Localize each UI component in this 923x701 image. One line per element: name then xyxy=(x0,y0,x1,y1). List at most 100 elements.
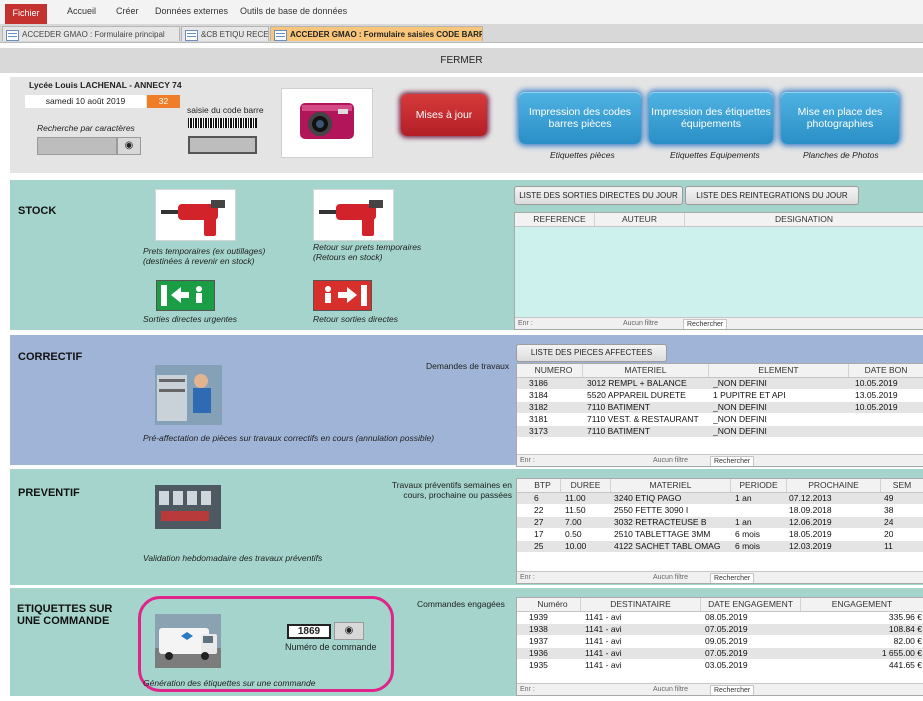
cell: 07.05.2019 xyxy=(705,648,748,658)
doc-tab-formulaire-principal[interactable]: ACCEDER GMAO : Formulaire principal xyxy=(2,26,180,41)
col-periode[interactable]: PERIODE xyxy=(731,479,787,492)
table-row[interactable]: 27 7.00 3032 RETRACTEUSE B 1 an 12.06.20… xyxy=(517,517,923,528)
grid-search-input[interactable]: Rechercher xyxy=(683,319,728,329)
filter-indicator[interactable]: Aucun filtre xyxy=(653,455,688,466)
equipment-labels-caption: Etiquettes Equipements xyxy=(670,150,760,160)
cell: 7110 BATIMENT xyxy=(587,402,650,412)
binoculars-icon[interactable]: ◉ xyxy=(117,137,141,155)
table-row[interactable]: 1939 1141 - avi 08.05.2019 335.96 € xyxy=(517,612,923,623)
col-numero[interactable]: Numéro xyxy=(525,598,581,611)
tab-accueil[interactable]: Accueil xyxy=(67,6,96,16)
col-element[interactable]: ELEMENT xyxy=(709,364,849,377)
week-number: 32 xyxy=(147,95,180,108)
col-materiel[interactable]: MATERIEL xyxy=(611,479,731,492)
col-designation[interactable]: DESIGNATION xyxy=(685,213,923,226)
photos-setup-button[interactable]: Mise en place des photographies xyxy=(781,92,899,144)
col-materiel[interactable]: MATERIEL xyxy=(583,364,709,377)
exit-right-icon[interactable] xyxy=(313,280,372,311)
col-date-bon[interactable]: DATE BON xyxy=(849,364,923,377)
doc-tab-saisies-code-barre[interactable]: ACCEDER GMAO : Formulaire saisies CODE B… xyxy=(270,26,483,41)
current-date: samedi 10 août 2019 xyxy=(25,95,146,108)
order-number-input[interactable]: 1869 xyxy=(287,624,331,639)
reintegrations-du-jour-button[interactable]: LISTE DES REINTEGRATIONS DU JOUR xyxy=(685,186,859,205)
cell: 6 xyxy=(534,493,539,503)
cell: 1 655.00 € xyxy=(881,648,922,658)
commandes-grid[interactable]: Numéro DESTINATAIRE DATE ENGAGEMENT ENGA… xyxy=(516,597,923,696)
close-button[interactable]: FERMER xyxy=(0,48,923,73)
document-tabs: ACCEDER GMAO : Formulaire principal &CB … xyxy=(0,24,923,43)
print-parts-barcodes-button[interactable]: Impression des codes barres pièces xyxy=(519,92,641,144)
grid-search-input[interactable]: Rechercher xyxy=(710,685,755,695)
binoculars-icon[interactable]: ◉ xyxy=(334,622,364,640)
panel-photo xyxy=(155,485,221,529)
grid-header: NUMERO MATERIEL ELEMENT DATE BON xyxy=(517,364,923,378)
grid-search-input[interactable]: Rechercher xyxy=(710,456,755,466)
tab-donnees-externes[interactable]: Données externes xyxy=(155,6,228,16)
table-row[interactable]: 3182 7110 BATIMENT _NON DEFINI 10.05.201… xyxy=(517,402,923,413)
tab-file[interactable]: Fichier xyxy=(5,4,47,24)
search-input[interactable] xyxy=(37,137,117,155)
exit-left-icon[interactable] xyxy=(156,280,215,311)
cell: _NON DEFINI xyxy=(713,426,767,436)
cell: 38 xyxy=(884,505,894,515)
table-row[interactable]: 1936 1141 - avi 07.05.2019 1 655.00 € xyxy=(517,648,923,659)
table-row[interactable]: 1935 1141 - avi 03.05.2019 441.65 € xyxy=(517,660,923,671)
cell: 49 xyxy=(884,493,894,503)
commandes-label: Commandes engagées xyxy=(417,599,505,609)
print-equipment-labels-button[interactable]: Impression des étiquettes équipements xyxy=(649,92,773,144)
cell: 10.05.2019 xyxy=(855,402,898,412)
stock-panel: STOCK Prets temporaires (ex outillages) … xyxy=(10,180,923,330)
stock-grid[interactable]: REFERENCE AUTEUR DESIGNATION Enr : Aucun… xyxy=(514,212,923,330)
cell: 2550 FETTE 3090 I xyxy=(614,505,689,515)
table-row[interactable]: 25 10.00 4122 SACHET TABL OMAG 6 mois 12… xyxy=(517,541,923,552)
photo-sheets-caption: Planches de Photos xyxy=(803,150,879,160)
demandes-label: Demandes de travaux xyxy=(426,361,510,371)
cell: 07.12.2013 xyxy=(789,493,832,503)
cell: 2510 TABLETTAGE 3MM xyxy=(614,529,711,539)
tab-creer[interactable]: Créer xyxy=(116,6,139,16)
table-row[interactable]: 22 11.50 2550 FETTE 3090 I 18.09.2018 38 xyxy=(517,505,923,516)
retour-prets-caption: Retour sur prets temporaires (Retours en… xyxy=(313,242,422,262)
sorties-du-jour-button[interactable]: LISTE DES SORTIES DIRECTES DU JOUR xyxy=(514,186,683,205)
preventif-title: PREVENTIF xyxy=(18,487,80,499)
col-reference[interactable]: REFERENCE xyxy=(525,213,595,226)
col-prochaine[interactable]: PROCHAINE xyxy=(787,479,881,492)
barcode-input[interactable] xyxy=(188,136,257,154)
cell: 22 xyxy=(534,505,544,515)
table-row[interactable]: 6 11.00 3240 ETIQ PAGO 1 an 07.12.2013 4… xyxy=(517,493,923,504)
cell: 1936 xyxy=(529,648,548,658)
cell: 1 an xyxy=(735,493,752,503)
drill-icon[interactable] xyxy=(155,189,236,241)
col-duree[interactable]: DUREE xyxy=(561,479,611,492)
table-row[interactable]: 3173 7110 BATIMENT _NON DEFINI xyxy=(517,426,923,437)
col-engagement[interactable]: ENGAGEMENT xyxy=(801,598,923,611)
doc-tab-cb-etiqu-recep[interactable]: &CB ETIQU RECEP xyxy=(181,26,269,41)
col-numero[interactable]: NUMERO xyxy=(525,364,583,377)
filter-indicator[interactable]: Aucun filtre xyxy=(623,318,658,329)
record-label: Enr : xyxy=(520,574,535,581)
col-date-engagement[interactable]: DATE ENGAGEMENT xyxy=(701,598,801,611)
filter-indicator[interactable]: Aucun filtre xyxy=(653,572,688,583)
drill-return-icon[interactable] xyxy=(313,189,394,241)
col-auteur[interactable]: AUTEUR xyxy=(595,213,685,226)
table-row[interactable]: 3184 5520 APPAREIL DURETE 1 PUPITRE ET A… xyxy=(517,390,923,401)
filter-indicator[interactable]: Aucun filtre xyxy=(653,684,688,695)
cell: 27 xyxy=(534,517,544,527)
update-button[interactable]: Mises à jour xyxy=(401,94,487,136)
correctif-grid[interactable]: NUMERO MATERIEL ELEMENT DATE BON 3186 30… xyxy=(516,363,923,467)
order-number-label: Numéro de commande xyxy=(285,642,377,652)
cell: 24 xyxy=(884,517,894,527)
table-row[interactable]: 1938 1141 - avi 07.05.2019 108.84 € xyxy=(517,624,923,635)
preventif-grid[interactable]: BTP DUREE MATERIEL PERIODE PROCHAINE SEM… xyxy=(516,478,923,584)
tab-outils-bdd[interactable]: Outils de base de données xyxy=(240,6,347,16)
table-row[interactable]: 1937 1141 - avi 09.05.2019 82.00 € xyxy=(517,636,923,647)
pieces-affectees-button[interactable]: LISTE DES PIECES AFFECTEES xyxy=(516,344,667,362)
grid-search-input[interactable]: Rechercher xyxy=(710,573,755,583)
table-row[interactable]: 3181 7110 VEST. & RESTAURANT _NON DEFINI xyxy=(517,414,923,425)
col-destinataire[interactable]: DESTINATAIRE xyxy=(581,598,701,611)
table-row[interactable]: 17 0.50 2510 TABLETTAGE 3MM 6 mois 18.05… xyxy=(517,529,923,540)
table-row[interactable]: 3186 3012 REMPL + BALANCE _NON DEFINI 10… xyxy=(517,378,923,389)
col-btp[interactable]: BTP xyxy=(525,479,561,492)
cell: 12.06.2019 xyxy=(789,517,832,527)
col-sem[interactable]: SEM xyxy=(881,479,923,492)
